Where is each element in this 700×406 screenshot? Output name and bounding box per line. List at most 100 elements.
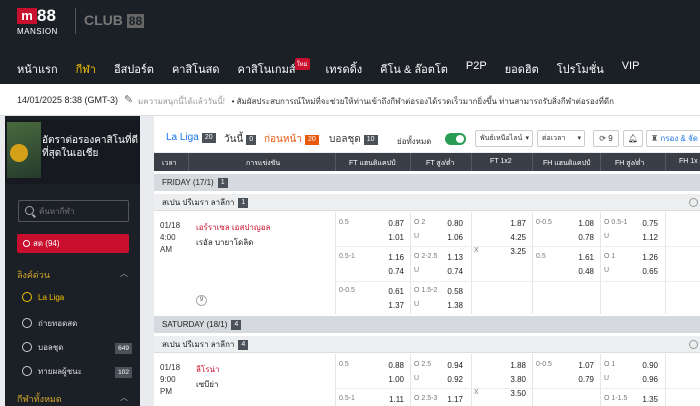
odds-hdp-home[interactable]: 0.88 bbox=[380, 361, 404, 370]
home-team[interactable]: เอร์ราเซล เอสปาญอล bbox=[196, 221, 270, 234]
tab-parlay[interactable]: บอลชุด 10 bbox=[329, 132, 378, 147]
refresh-button[interactable]: ⟳ 9 bbox=[593, 130, 619, 147]
odds-hdp-away[interactable]: 0.74 bbox=[380, 267, 404, 276]
sidebar-item-live-stream[interactable]: ถ่ายทอดสด bbox=[22, 316, 132, 332]
odds-under[interactable]: 1.06 bbox=[439, 233, 463, 242]
nav-trading[interactable]: เทรดดิ้ง bbox=[326, 60, 363, 76]
odds-over[interactable]: 0.94 bbox=[439, 361, 463, 370]
club-logo[interactable]: CLUB 88 bbox=[84, 12, 145, 28]
odds-fh-hdp-home[interactable]: 1.61 bbox=[570, 253, 594, 262]
tab-today[interactable]: วันนี้ 0 bbox=[224, 132, 257, 147]
odds-hdp-away[interactable]: 1.01 bbox=[380, 233, 404, 242]
chevron-up-icon[interactable]: ︿ bbox=[120, 268, 128, 279]
sidebar-item-laliga[interactable]: La Liga bbox=[22, 290, 132, 306]
odds-fh-under[interactable]: 0.65 bbox=[634, 267, 658, 276]
odds-table-header: เวลา การแข่งขัน FT แฮนดิแคปป์ FT สูง/ต่ำ… bbox=[154, 153, 700, 171]
away-team[interactable]: เรอัล บายาโดลิด bbox=[196, 236, 253, 249]
more-markets-button[interactable]: 9 bbox=[196, 295, 207, 306]
odds-under[interactable]: 1.38 bbox=[439, 301, 463, 310]
nav-esports[interactable]: อีสปอร์ต bbox=[114, 60, 154, 76]
sidebar-item-parlay[interactable]: บอลชุด 649 bbox=[22, 340, 132, 356]
odds-fh-over[interactable]: 1.26 bbox=[634, 253, 658, 262]
sidebar-item-outright[interactable]: ทายผลผู้ชนะ 102 bbox=[22, 364, 132, 380]
promo-image bbox=[7, 122, 41, 178]
odds-type-dropdown[interactable]: พันธ์เหนือไลน์ bbox=[475, 130, 533, 147]
home-team[interactable]: ลีโรน่า bbox=[196, 363, 219, 376]
odds-under[interactable]: 0.92 bbox=[439, 375, 463, 384]
nav-live-casino[interactable]: คาสิโนสด bbox=[172, 60, 220, 76]
main-nav: หน้าแรก กีฬา อีสปอร์ต คาสิโนสด คาสิโนเกม… bbox=[17, 58, 657, 76]
odds-hdp-away[interactable]: 1.00 bbox=[380, 375, 404, 384]
odds-1[interactable]: 1.88 bbox=[502, 361, 526, 370]
odds-fh-hdp-home[interactable]: 1.07 bbox=[570, 361, 594, 370]
match-row: 01/18 9:00 PM ลีโรน่า เซบีย่า 0.5 0.88 1… bbox=[154, 354, 700, 406]
left-sidebar: อัตราต่อรองคาสิโนที่ดีที่สุดในเอเชีย สด … bbox=[5, 116, 140, 406]
odds-over[interactable]: 1.13 bbox=[439, 253, 463, 262]
collapse-all-toggle[interactable] bbox=[445, 133, 466, 145]
odds-fh-under[interactable]: 0.96 bbox=[634, 375, 658, 384]
filter-tabs: La Liga 20 วันนี้ 0 ก่อนหน้า 20 บอลชุด 10 ย่… bbox=[154, 125, 700, 153]
day-header[interactable]: SATURDAY (18/1) 4 bbox=[154, 316, 700, 333]
tab-laliga[interactable]: La Liga 20 bbox=[166, 132, 216, 143]
info-bar: 14/01/2025 8:38 (GMT-3) ✎ ิมความสนุกนี้ไ… bbox=[0, 84, 700, 116]
odds-fh-hdp-away[interactable]: 0.48 bbox=[570, 267, 594, 276]
nav-casino-games[interactable]: คาสิโนเกมส์ ใหม่ bbox=[237, 58, 310, 76]
nav-popular[interactable]: ยอดฮิต bbox=[505, 60, 539, 76]
tab-early[interactable]: ก่อนหน้า 20 bbox=[264, 132, 319, 147]
brand-logo[interactable]: m 88 MANSION bbox=[17, 7, 77, 38]
odds-x[interactable]: 3.25 bbox=[502, 247, 526, 256]
odds-hdp-away[interactable]: 1.37 bbox=[380, 301, 404, 310]
away-team[interactable]: เซบีย่า bbox=[196, 378, 218, 391]
col-ft-handicap: FT แฮนดิแคปป์ bbox=[349, 160, 396, 167]
league-header[interactable]: สเปน ปรีเมรา ลาลีกา 4 bbox=[154, 336, 700, 353]
notification-button[interactable]: 🔔︎ bbox=[623, 130, 643, 147]
logo-mark: m bbox=[17, 8, 37, 24]
live-button[interactable]: สด (94) bbox=[17, 234, 129, 253]
nav-promotions[interactable]: โปรโมชั่น bbox=[557, 60, 604, 76]
odds-1[interactable]: 1.87 bbox=[502, 219, 526, 228]
odds-hdp-home[interactable]: 1.11 bbox=[380, 395, 404, 404]
logo-subtitle: MANSION bbox=[17, 27, 58, 36]
live-icon bbox=[23, 240, 30, 247]
odds-fh-hdp-home[interactable]: 1.08 bbox=[570, 219, 594, 228]
odds-over[interactable]: 0.80 bbox=[439, 219, 463, 228]
odds-over[interactable]: 1.17 bbox=[439, 395, 463, 404]
quicklinks-title[interactable]: ลิงค์ด่วน bbox=[17, 268, 50, 282]
odds-fh-hdp-away[interactable]: 0.79 bbox=[570, 375, 594, 384]
sort-dropdown[interactable]: ต่อเวลา bbox=[537, 130, 585, 147]
odds-over[interactable]: 0.58 bbox=[439, 287, 463, 296]
odds-fh-over[interactable]: 0.75 bbox=[634, 219, 658, 228]
odds-hdp-home[interactable]: 0.87 bbox=[380, 219, 404, 228]
odds-under[interactable]: 0.74 bbox=[439, 267, 463, 276]
search-input[interactable] bbox=[39, 205, 125, 218]
megaphone-icon: ✎ bbox=[124, 94, 134, 106]
announcement-ticker[interactable]: ิมความสนุกนี้ได้แล้ววันนี้! • สัมผัสประส… bbox=[138, 95, 700, 108]
filter-button[interactable]: ♜ กรอง & จัด bbox=[646, 130, 700, 147]
odds-hdp-home[interactable]: 1.16 bbox=[380, 253, 404, 262]
nav-vip[interactable]: VIP bbox=[622, 60, 640, 74]
odds-fh-hdp-away[interactable]: 0.78 bbox=[570, 233, 594, 242]
nav-home[interactable]: หน้าแรก bbox=[17, 60, 58, 76]
league-header[interactable]: สเปน ปรีเมรา ลาลีกา 1 bbox=[154, 194, 700, 211]
all-sports-title[interactable]: กีฬาทั้งหมด bbox=[17, 392, 62, 406]
nav-sports[interactable]: กีฬา bbox=[76, 60, 96, 76]
play-icon bbox=[22, 318, 32, 328]
collapse-icon[interactable] bbox=[689, 198, 698, 207]
odds-fh-over[interactable]: 0.90 bbox=[634, 361, 658, 370]
logo-divider bbox=[75, 8, 76, 34]
outright-count: 102 bbox=[115, 367, 132, 378]
chevron-up-icon[interactable]: ︿ bbox=[120, 392, 128, 403]
odds-fh-under[interactable]: 1.12 bbox=[634, 233, 658, 242]
col-time: เวลา bbox=[162, 160, 177, 167]
day-header[interactable]: FRIDAY (17/1) 1 bbox=[154, 174, 700, 191]
collapse-icon[interactable] bbox=[689, 340, 698, 349]
promo-banner[interactable]: อัตราต่อรองคาสิโนที่ดีที่สุดในเอเชีย bbox=[5, 120, 140, 184]
parlay-icon bbox=[22, 342, 32, 352]
nav-p2p[interactable]: P2P bbox=[466, 60, 487, 74]
odds-hdp-home[interactable]: 0.61 bbox=[380, 287, 404, 296]
odds-2[interactable]: 4.25 bbox=[502, 233, 526, 242]
odds-x[interactable]: 3.50 bbox=[502, 389, 526, 398]
odds-2[interactable]: 3.80 bbox=[502, 375, 526, 384]
nav-keno-lotto[interactable]: คีโน & ล๊อตโต bbox=[380, 60, 448, 76]
odds-fh-over[interactable]: 1.35 bbox=[634, 395, 658, 404]
